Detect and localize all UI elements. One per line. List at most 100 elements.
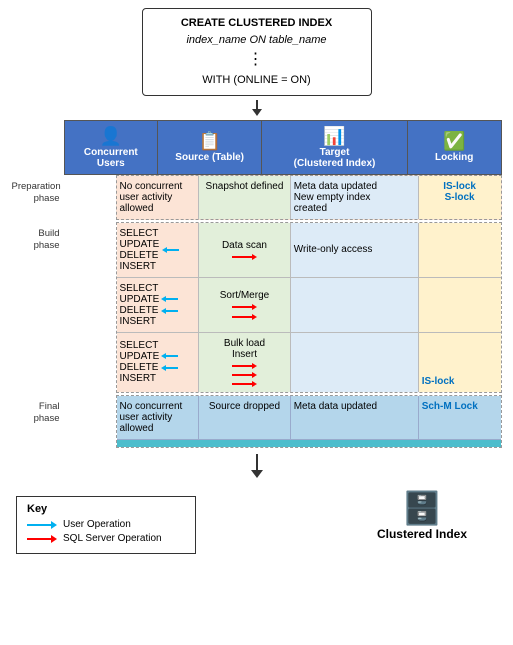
build-r3-locking: IS-lock (418, 332, 500, 392)
prep-locking-cell: IS-lockS-lock (418, 176, 500, 219)
final-target-text: Meta data updated (294, 401, 377, 412)
prep-source-text: Snapshot defined (206, 181, 284, 192)
build-r2-ops: SELECTUPDATEDELETEINSERT (120, 283, 160, 327)
prep-locking-text: IS-lockS-lock (443, 181, 476, 203)
select-arrow3b (161, 365, 178, 371)
header-target: 📊 Target(Clustered Index) (262, 120, 408, 174)
locking-icon: ✅ (443, 131, 465, 151)
concurrent-icon: 👤 (100, 126, 122, 146)
build-r3-locking-text: IS-lock (422, 376, 455, 387)
build-phase-label: Build phase (12, 228, 60, 253)
build-r1-ops: SELECTUPDATEDELETEINSERT (120, 228, 160, 272)
key-user-label: User Operation (63, 519, 131, 530)
header-source-label: Source (Table) (175, 152, 244, 163)
final-locking-cell: Sch-M Lock (418, 396, 500, 440)
bulk-red-arrow2 (232, 372, 257, 378)
prep-phase-label: Preparation phase (12, 181, 60, 206)
bottom-section: Key User Operation SQL Server Operation (8, 486, 505, 554)
final-phase-container: Final phase No concurrentuser activityal… (64, 395, 502, 449)
sql-arrow-head (51, 535, 57, 543)
build-r1-locking (418, 223, 500, 278)
clustered-index-bottom: 🗄️ Clustered Index (377, 492, 467, 541)
user-arrow-line (27, 524, 51, 526)
prep-phase-container: Preparation phase No concurrentuser acti… (64, 175, 502, 220)
build-row-2: SELECTUPDATEDELETEINSERT (117, 277, 501, 332)
header-concurrent-label: ConcurrentUsers (84, 147, 138, 169)
sql-op-arrow (27, 535, 57, 543)
source-icon: 📋 (198, 131, 220, 151)
prep-source-cell: Snapshot defined (199, 176, 290, 219)
final-target-cell: Meta data updated (290, 396, 418, 440)
key-section: Key User Operation SQL Server Operation (16, 496, 196, 554)
select-arrow3a (161, 353, 178, 359)
build-r1-concurrent: SELECTUPDATEDELETEINSERT (117, 223, 199, 278)
header-target-label: Target(Clustered Index) (294, 147, 376, 169)
header-concurrent: 👤 ConcurrentUsers (64, 120, 158, 174)
bulk-red-arrow1 (232, 363, 257, 369)
user-arrow-head (51, 521, 57, 529)
select-arrow2 (161, 296, 178, 302)
final-source-text: Source dropped (209, 401, 280, 412)
sort-red-arrow2 (232, 314, 257, 320)
build-r1-target-text: Write-only access (294, 244, 373, 255)
clustered-index-icon: 🗄️ (377, 492, 467, 524)
sql-line3: WITH (ONLINE = ON) (202, 74, 310, 86)
prep-phase-content: No concurrentuser activityallowed Snapsh… (116, 175, 502, 220)
sql-line1: CREATE CLUSTERED INDEX (181, 17, 332, 29)
key-item-user: User Operation (27, 519, 185, 530)
prep-concurrent-cell: No concurrentuser activityallowed (117, 176, 199, 219)
target-icon: 📊 (323, 126, 345, 146)
final-concurrent-cell: No concurrentuser activityallowed (117, 396, 199, 440)
bottom-arrow-tip (251, 470, 263, 478)
prep-target-text: Meta data updatedNew empty indexcreated (294, 181, 377, 214)
build-r2-target (290, 277, 418, 332)
update-arrow2 (161, 308, 178, 314)
build-row-1: SELECTUPDATEDELETEINSERT (117, 223, 501, 278)
build-table: SELECTUPDATEDELETEINSERT (117, 223, 501, 392)
prep-target-cell: Meta data updatedNew empty indexcreated (290, 176, 418, 219)
header-locking-label: Locking (435, 152, 473, 163)
build-r2-concurrent: SELECTUPDATEDELETEINSERT (117, 277, 199, 332)
prep-table: No concurrentuser activityallowed Snapsh… (117, 176, 501, 219)
final-phase-content: No concurrentuser activityallowed Source… (116, 395, 502, 449)
bottom-arrow-container (251, 454, 263, 478)
final-table: No concurrentuser activityallowed Source… (117, 396, 501, 448)
final-concurrent-text: No concurrentuser activityallowed (120, 401, 183, 434)
build-phase-content: SELECTUPDATEDELETEINSERT (116, 222, 502, 393)
build-row-3: SELECTUPDATEDELETEINSERT (117, 332, 501, 392)
clustered-index-label: Clustered Index (377, 527, 467, 541)
header-source: 📋 Source (Table) (158, 120, 262, 174)
main-grid-wrapper: 👤 ConcurrentUsers 📋 Source (Table) 📊 Tar… (12, 120, 502, 451)
key-sql-label: SQL Server Operation (63, 533, 162, 544)
final-bottom-bar (117, 439, 501, 447)
bulk-red-arrow3 (232, 381, 257, 387)
sql-line2: index_name ON table_name (186, 34, 326, 46)
final-phase-label: Final phase (12, 401, 60, 426)
key-title: Key (27, 503, 185, 515)
sql-arrow-line (27, 538, 51, 540)
build-phase-container: Build phase SELECTUPDATEDELETEINSERT (64, 222, 502, 393)
select-arrow-left (162, 247, 179, 253)
prep-concurrent-text: No concurrentuser activityallowed (120, 181, 183, 214)
build-r3-concurrent: SELECTUPDATEDELETEINSERT (117, 332, 199, 392)
build-r2-source-text: Sort/Merge (220, 290, 269, 301)
build-r1-source-text: Data scan (222, 240, 267, 251)
all-phases: 👤 ConcurrentUsers 📋 Source (Table) 📊 Tar… (64, 120, 502, 449)
final-source-cell: Source dropped (199, 396, 290, 440)
top-section: CREATE CLUSTERED INDEX index_name ON tab… (142, 8, 372, 116)
build-r3-source: Bulk loadInsert (199, 332, 290, 392)
bottom-arrow-line (256, 454, 258, 470)
build-r3-source-text: Bulk loadInsert (224, 338, 265, 360)
sql-dots: ⋮ (248, 51, 266, 68)
final-row: No concurrentuser activityallowed Source… (117, 396, 501, 440)
build-r1-target: Write-only access (290, 223, 418, 278)
header-locking: ✅ Locking (407, 120, 501, 174)
build-r1-source: Data scan (199, 223, 290, 278)
build-r3-target (290, 332, 418, 392)
build-r3-ops: SELECTUPDATEDELETEINSERT (120, 340, 160, 384)
final-locking-text: Sch-M Lock (422, 401, 478, 412)
header-table: 👤 ConcurrentUsers 📋 Source (Table) 📊 Tar… (64, 120, 502, 175)
sort-red-arrow1 (232, 304, 257, 310)
user-op-arrow (27, 521, 57, 529)
final-teal-bar (117, 439, 501, 447)
